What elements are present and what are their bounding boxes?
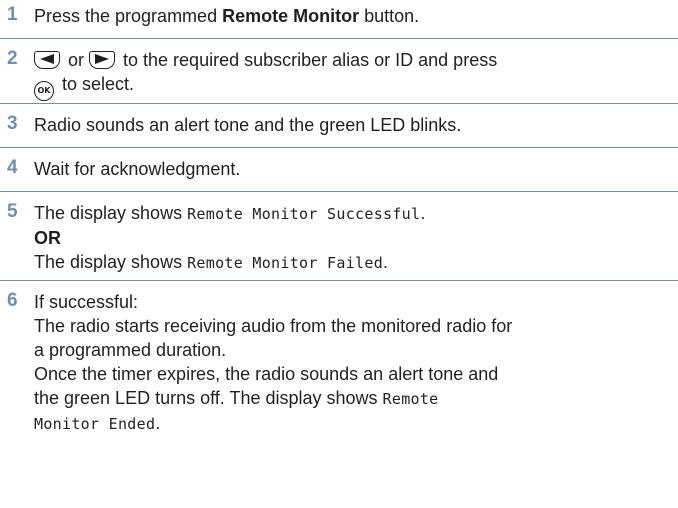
left-arrow-key-icon — [34, 51, 60, 69]
display-message: Remote Monitor Successful — [187, 205, 421, 223]
step-text: Press the programmed Remote Monitor butt… — [34, 6, 420, 26]
step-2: 2 or to the required subscriber alias or… — [0, 48, 678, 104]
step-number: 1 — [7, 4, 18, 25]
step-number: 4 — [7, 157, 18, 178]
step-3: 3 Radio sounds an alert tone and the gre… — [0, 113, 678, 148]
step-1: 1 Press the programmed Remote Monitor bu… — [0, 4, 678, 39]
right-arrow-key-icon — [89, 51, 116, 69]
step-6: 6 If successful: The radio starts receiv… — [0, 290, 678, 490]
step-number: 5 — [7, 201, 18, 222]
procedure-page: 1 Press the programmed Remote Monitor bu… — [0, 0, 678, 508]
step-number: 2 — [7, 48, 18, 69]
display-message: Remote — [382, 390, 439, 408]
step-4: 4 Wait for acknowledgment. — [0, 157, 678, 192]
display-message: Remote Monitor Failed — [187, 254, 384, 272]
step-text: Wait for acknowledgment. — [34, 159, 241, 179]
step-text: Radio sounds an alert tone and the green… — [34, 115, 462, 135]
step-text: The display shows Remote Monitor Success… — [34, 201, 678, 275]
button-name: Remote Monitor — [222, 6, 360, 26]
display-message: Monitor Ended — [34, 415, 156, 433]
or-label: OR — [34, 228, 61, 248]
step-number: 6 — [7, 290, 18, 311]
step-text: or to the required subscriber alias or I… — [34, 48, 678, 101]
step-5: 5 The display shows Remote Monitor Succe… — [0, 201, 678, 281]
step-text: If successful: The radio starts receivin… — [34, 292, 513, 433]
ok-key-icon: OK — [34, 81, 54, 101]
step-number: 3 — [7, 113, 18, 134]
